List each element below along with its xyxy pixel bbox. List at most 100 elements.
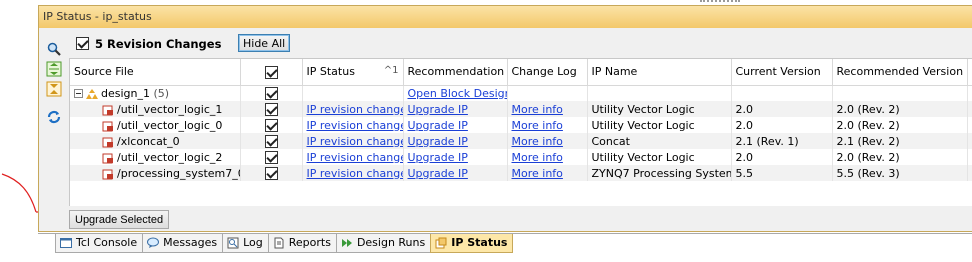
source-name: /util_vector_logic_2 (117, 150, 223, 164)
source-cell: /xlconcat_0 (70, 133, 241, 149)
tab-design-runs[interactable]: Design Runs (335, 234, 432, 253)
table-row[interactable]: /processing_system7_0 IP revision change… (70, 165, 972, 181)
row-checkbox[interactable] (264, 150, 278, 164)
recommendation-cell: Upgrade IP (403, 165, 508, 181)
col-ip-name[interactable]: IP Name (587, 59, 732, 86)
ip-status-link[interactable]: IP revision change (307, 119, 403, 132)
expand-all-icon[interactable] (45, 80, 63, 98)
upgrade-ip-link[interactable]: Upgrade IP (408, 103, 468, 116)
ip-locked-icon (102, 137, 113, 147)
revision-changes-label: 5 Revision Changes (95, 37, 222, 51)
design-changelog-cell (507, 85, 588, 101)
sort-indicator: ^1 (383, 65, 399, 77)
ip-status-link[interactable]: IP revision change (307, 167, 403, 180)
changelog-cell: More info (507, 133, 588, 149)
changelog-cell: More info (507, 165, 588, 181)
col-extra[interactable] (967, 59, 972, 86)
col-current-version[interactable]: Current Version (731, 59, 833, 86)
ip-status-link[interactable]: IP revision change (307, 135, 403, 148)
collapse-all-icon[interactable] (45, 60, 63, 78)
row-checkbox[interactable] (264, 166, 278, 180)
ip-name-cell: Utility Vector Logic (587, 149, 732, 165)
hide-all-button[interactable]: Hide All (238, 34, 291, 52)
source-cell: /util_vector_logic_0 (70, 117, 241, 133)
status-cell: IP revision change (302, 133, 404, 149)
tab-label: IP Status (451, 236, 508, 249)
col-ip-status[interactable]: IP Status ^1 (302, 59, 404, 86)
more-info-link[interactable]: More info (512, 135, 563, 148)
refresh-icon[interactable] (45, 108, 63, 126)
select-all-checkbox[interactable] (264, 65, 278, 79)
log-icon (227, 237, 239, 249)
upgrade-ip-link[interactable]: Upgrade IP (408, 167, 468, 180)
extra-cell: Ir (967, 149, 972, 165)
design-checkbox[interactable] (264, 87, 278, 100)
upgrade-ip-link[interactable]: Upgrade IP (408, 119, 468, 132)
design-status-cell (302, 85, 404, 101)
col-recommendation[interactable]: Recommendation (403, 59, 508, 86)
collapse-toggle-icon[interactable] (74, 89, 83, 99)
design-runs-icon (341, 239, 352, 247)
table-row[interactable]: /util_vector_logic_0 IP revision change … (70, 117, 972, 133)
more-info-link[interactable]: More info (512, 167, 563, 180)
col-source-file[interactable]: Source File (70, 59, 241, 86)
messages-icon (147, 237, 160, 248)
reports-icon (274, 237, 284, 249)
console-icon (60, 238, 72, 248)
row-checkbox[interactable] (264, 134, 278, 148)
resize-grip[interactable] (700, 0, 740, 4)
ip-locked-icon (102, 169, 113, 179)
source-name: /util_vector_logic_0 (117, 118, 223, 132)
search-icon[interactable] (45, 40, 63, 58)
more-info-link[interactable]: More info (512, 151, 563, 164)
ip-status-link[interactable]: IP revision change (307, 151, 403, 164)
tab-messages[interactable]: Messages (142, 234, 224, 253)
more-info-link[interactable]: More info (512, 119, 563, 132)
table-row[interactable]: /xlconcat_0 IP revision change Upgrade I… (70, 133, 972, 149)
ip-name-cell: Concat (587, 133, 732, 149)
upgrade-ip-link[interactable]: Upgrade IP (408, 151, 468, 164)
col-recommended-version[interactable]: Recommended Version (832, 59, 968, 86)
ip-status-link[interactable]: IP revision change (307, 103, 403, 116)
design-source-cell: design_1 (5) (70, 85, 241, 101)
ip-name-cell: Utility Vector Logic (587, 117, 732, 133)
extra-cell: Ir (967, 165, 972, 181)
recommendation-cell: Upgrade IP (403, 133, 508, 149)
row-checkbox[interactable] (264, 118, 278, 132)
tab-label: Tcl Console (76, 236, 138, 249)
block-design-icon (86, 88, 98, 99)
ip-status-icon (435, 237, 447, 249)
current-version-cell: 2.0 (731, 149, 833, 165)
tab-ip-status[interactable]: IP Status (430, 234, 514, 253)
top-bar: 5 Revision Changes Hide All (69, 28, 972, 58)
current-version-cell: 5.5 (731, 165, 833, 181)
design-ipname-cell (587, 85, 732, 101)
recommendation-cell: Upgrade IP (403, 117, 508, 133)
upgrade-ip-link[interactable]: Upgrade IP (408, 135, 468, 148)
row-checkbox[interactable] (264, 102, 278, 116)
source-cell: /processing_system7_0 (70, 165, 241, 181)
tab-log[interactable]: Log (222, 234, 269, 253)
design-row[interactable]: design_1 (5) Open Block Design (70, 85, 972, 101)
recommended-version-cell: 2.1 (Rev. 2) (832, 133, 968, 149)
col-change-log[interactable]: Change Log (507, 59, 588, 86)
table-header: Source File IP Status ^1 Recommendation C… (70, 59, 972, 86)
upgrade-selected-button[interactable]: Upgrade Selected (69, 210, 170, 229)
ip-status-table: Source File IP Status ^1 Recommendation C… (69, 58, 972, 206)
recommended-version-cell: 2.0 (Rev. 2) (832, 117, 968, 133)
tab-tcl-console[interactable]: Tcl Console (55, 234, 144, 253)
current-version-cell: 2.1 (Rev. 1) (731, 133, 833, 149)
open-block-design-link[interactable]: Open Block Design (408, 87, 507, 100)
tab-label: Log (243, 236, 263, 249)
table-row[interactable]: /util_vector_logic_2 IP revision change … (70, 149, 972, 165)
recommended-version-cell: 5.5 (Rev. 3) (832, 165, 968, 181)
changelog-cell: More info (507, 101, 588, 117)
design-extra-cell (967, 85, 972, 101)
table-row[interactable]: /util_vector_logic_1 IP revision change … (70, 101, 972, 117)
design-current-cell (731, 85, 833, 101)
more-info-link[interactable]: More info (512, 103, 563, 116)
tab-reports[interactable]: Reports (267, 234, 337, 253)
col-select-all[interactable] (240, 59, 303, 86)
extra-cell: Ir (967, 133, 972, 149)
revision-changes-checkbox[interactable] (76, 37, 89, 50)
